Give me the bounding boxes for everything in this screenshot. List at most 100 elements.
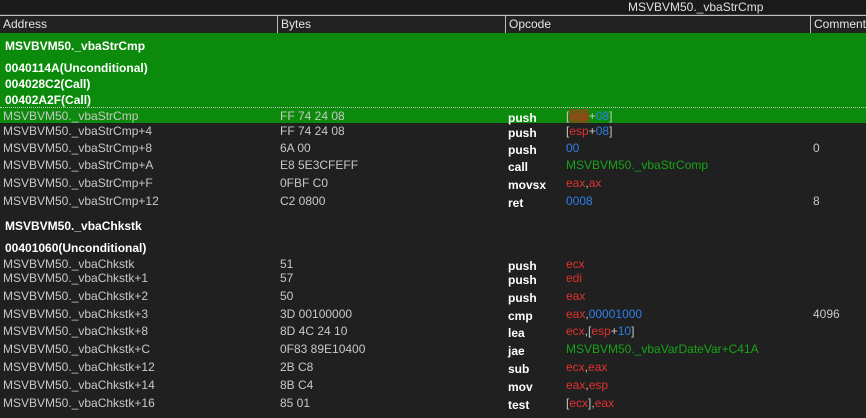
column-header: Address Bytes Opcode Comment — [0, 15, 866, 34]
instruction-row[interactable]: MSVBVM50._vbaChkstk+14 8B C4 mov eax,esp — [0, 377, 866, 394]
mnemonic-cell: test — [508, 398, 530, 412]
xref-label[interactable]: 004028C2(Call) — [5, 76, 90, 92]
instruction-row[interactable]: MSVBVM50._vbaChkstk+12 2B C8 sub ecx,eax — [0, 359, 866, 376]
operand-token: eax — [566, 378, 586, 392]
bytes-cell: C2 0800 — [280, 194, 326, 208]
column-opcode[interactable]: Opcode — [506, 16, 811, 33]
operand-cell: [ecx],eax — [566, 395, 614, 412]
instruction-row[interactable]: MSVBVM50._vbaStrCmp+12 C2 0800 ret 0008 8 — [0, 193, 866, 210]
operand-token: ] — [609, 109, 613, 123]
address-cell: MSVBVM50._vbaStrCmp+8 — [3, 141, 153, 155]
address-cell: MSVBVM50._vbaStrCmp+4 — [3, 124, 153, 138]
operand-token: esp — [569, 109, 589, 123]
bytes-cell: 6A 00 — [280, 141, 311, 155]
operand-token: MSVBVM50._vbaVarDateVar+C41A — [566, 342, 759, 356]
operand-token: ] — [631, 324, 635, 338]
operand-token: + — [610, 324, 618, 338]
operand-token: eax — [588, 360, 608, 374]
mnemonic-cell: jae — [508, 344, 525, 358]
xref-label[interactable]: 0040114A(Unconditional) — [5, 60, 148, 76]
operand-token: eax — [594, 396, 615, 410]
operand-token: ecx — [566, 324, 585, 338]
instruction-row[interactable]: MSVBVM50._vbaStrCmp FF 74 24 08 push [esp+0… — [0, 107, 866, 125]
operand-token: ecx — [566, 360, 585, 374]
instruction-row[interactable]: MSVBVM50._vbaChkstk+1 57 push edi — [0, 270, 866, 287]
instruction-row[interactable]: MSVBVM50._vbaChkstk+16 85 01 test [ecx],eax — [0, 395, 866, 412]
bytes-cell: 0FBF C0 — [280, 176, 329, 190]
operand-token: eax — [566, 176, 586, 190]
mnemonic-cell: ret — [508, 196, 524, 210]
operand-token: 10 — [617, 324, 632, 338]
title-bar: MSVBVM50._vbaStrCmp — [0, 0, 866, 15]
operand-token: ecx — [566, 257, 585, 271]
column-address[interactable]: Address — [0, 16, 278, 33]
instruction-row[interactable]: MSVBVM50._vbaStrCmp+4 FF 74 24 08 push [esp… — [0, 123, 866, 140]
bytes-cell: 50 — [280, 289, 294, 303]
address-cell: MSVBVM50._vbaChkstk+12 — [3, 360, 155, 374]
operand-cell: eax — [566, 288, 585, 305]
column-comment[interactable]: Comment — [811, 16, 866, 33]
instruction-row[interactable]: MSVBVM50._vbaStrCmp+8 6A 00 push 00 0 — [0, 140, 866, 157]
instruction-row[interactable]: MSVBVM50._vbaChkstk+C 0F83 89E10400 jae MSV… — [0, 341, 866, 358]
instruction-row[interactable]: MSVBVM50._vbaStrCmp+F 0FBF C0 movsx eax,ax — [0, 175, 866, 192]
bytes-cell: 8B C4 — [280, 378, 314, 392]
operand-token: + — [588, 124, 596, 138]
operand-token: eax — [566, 289, 586, 303]
operand-cell: eax,ax — [566, 175, 601, 192]
function-header: MSVBVM50._vbaStrCmp — [5, 39, 146, 53]
address-cell: MSVBVM50._vbaStrCmp+A — [3, 158, 154, 172]
instruction-row[interactable]: MSVBVM50._vbaStrCmp+A E8 5E3CFEFF call MSVB… — [0, 157, 866, 174]
instruction-row[interactable]: MSVBVM50._vbaChkstk+3 3D 00100000 cmp eax,0… — [0, 306, 866, 323]
operand-token: eax — [566, 307, 586, 321]
mnemonic-cell: sub — [508, 362, 530, 376]
operand-cell: eax,esp — [566, 377, 608, 394]
operand-token: esp — [591, 324, 611, 338]
bytes-cell: 3D 00100000 — [280, 307, 353, 321]
operand-cell: MSVBVM50._vbaVarDateVar+C41A — [566, 341, 759, 358]
operand-token: esp — [588, 378, 609, 392]
operand-cell: eax,00001000 — [566, 306, 642, 323]
operand-token: + — [588, 109, 596, 123]
bytes-cell: 0F83 89E10400 — [280, 342, 366, 356]
operand-cell: ecx,[esp+10] — [566, 323, 634, 340]
mnemonic-cell: call — [508, 160, 529, 174]
operand-token: MSVBVM50._vbaStrComp — [566, 158, 709, 172]
bytes-cell: E8 5E3CFEFF — [280, 158, 359, 172]
xref-label[interactable]: 00401060(Unconditional) — [5, 240, 146, 256]
operand-cell: ecx,eax — [566, 359, 607, 376]
mnemonic-cell: push — [508, 273, 537, 287]
instruction-row[interactable]: MSVBVM50._vbaChkstk+8 8D 4C 24 10 lea ecx,[… — [0, 323, 866, 340]
bytes-cell: 2B C8 — [280, 360, 314, 374]
address-cell: MSVBVM50._vbaChkstk+16 — [3, 396, 155, 410]
operand-cell: MSVBVM50._vbaStrComp — [566, 157, 708, 174]
operand-token: ecx — [569, 396, 589, 410]
operand-token: ] — [609, 124, 613, 138]
column-bytes[interactable]: Bytes — [278, 16, 506, 33]
address-cell: MSVBVM50._vbaChkstk+1 — [3, 271, 149, 285]
bytes-cell: 8D 4C 24 10 — [280, 324, 348, 338]
operand-token: ax — [588, 176, 602, 190]
operand-token: 0008 — [566, 194, 593, 208]
address-cell: MSVBVM50._vbaChkstk+14 — [3, 378, 155, 392]
bytes-cell: 85 01 — [280, 396, 311, 410]
address-cell: MSVBVM50._vbaStrCmp+F — [3, 176, 153, 190]
address-cell: MSVBVM50._vbaStrCmp+12 — [3, 194, 159, 208]
mnemonic-cell: mov — [508, 380, 533, 394]
operand-token: esp — [569, 124, 589, 138]
operand-cell: [esp+08] — [566, 123, 612, 140]
xref-label[interactable]: 00402A2F(Call) — [5, 92, 91, 108]
comment-cell: 4096 — [813, 307, 840, 321]
operand-token: 08 — [595, 109, 610, 123]
function-header: MSVBVM50._vbaChkstk — [5, 219, 142, 233]
operand-token: edi — [566, 271, 583, 285]
comment-cell: 0 — [813, 141, 820, 155]
address-cell: MSVBVM50._vbaChkstk+8 — [3, 324, 149, 338]
instruction-row[interactable]: MSVBVM50._vbaChkstk+2 50 push eax — [0, 288, 866, 305]
bytes-cell: FF 74 24 08 — [280, 124, 345, 138]
comment-cell: 8 — [813, 194, 820, 208]
window-title: MSVBVM50._vbaStrCmp — [628, 0, 764, 14]
address-cell: MSVBVM50._vbaChkstk+C — [3, 342, 151, 356]
operand-token: 08 — [595, 124, 610, 138]
mnemonic-cell: movsx — [508, 178, 547, 192]
address-cell: MSVBVM50._vbaChkstk+3 — [3, 307, 149, 321]
